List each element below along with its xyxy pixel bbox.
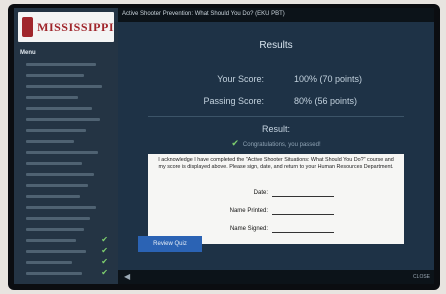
sidebar-item[interactable]: ✔ [20,235,114,245]
review-quiz-button[interactable]: Review Quiz [138,236,202,252]
name-printed-line [272,214,334,215]
result-message: ✔ Congratulations, you passed! [118,138,434,149]
completed-check-icon: ✔ [101,268,108,277]
sidebar-item-label [26,184,88,187]
sidebar-item[interactable] [20,93,114,102]
course-title: Active Shooter Prevention: What Should Y… [122,11,285,17]
completed-check-icon: ✔ [101,257,108,266]
sidebar-item-label [26,96,78,99]
name-printed-label: Name Printed: [229,208,268,214]
acknowledgement-text: I acknowledge I have completed the "Acti… [158,157,394,170]
menu-label: Menu [20,50,36,56]
sidebar-item[interactable] [20,82,114,91]
sidebar-item-label [26,129,86,132]
close-button[interactable]: CLOSE [413,274,430,280]
result-title: Result: [261,124,290,134]
sidebar-item[interactable] [20,115,114,124]
title-bar: Active Shooter Prevention: What Should Y… [118,8,434,22]
sidebar-item-label [26,206,96,209]
sidebar-item[interactable] [20,137,114,146]
sidebar-item-label [26,151,98,154]
screen: MISSISSIPPI Menu ✔ ✔ ✔ ✔ Active Shooter Pre… [14,8,434,284]
date-label: Date: [253,190,268,196]
sidebar-item-label [26,85,102,88]
sidebar-item-label [26,173,94,176]
sidebar-item[interactable] [20,181,114,190]
sidebar-item-label [26,63,96,66]
result-text: Congratulations, you passed! [242,142,321,148]
sidebar-item-label [26,239,76,242]
sidebar: MISSISSIPPI Menu ✔ ✔ ✔ ✔ [14,8,118,284]
sidebar-item[interactable] [20,126,114,135]
sidebar-item[interactable] [20,148,114,157]
sidebar-item[interactable] [20,71,114,80]
sidebar-item-label [26,162,82,165]
logo-text: MISSISSIPPI [37,19,114,34]
your-score-value: 100% (70 points) [294,74,363,84]
sidebar-item-label [26,74,84,77]
sidebar-item-label [26,118,100,121]
sidebar-item-label [26,250,86,253]
sidebar-item-label [26,272,82,275]
completed-check-icon: ✔ [101,235,108,244]
player-controls: ◀ CLOSE [118,270,434,284]
passing-score-label: Passing Score: [203,96,264,106]
sidebar-item-label [26,195,80,198]
passing-score-value: 80% (56 points) [294,96,358,106]
seal-icon [22,17,34,37]
sidebar-item-label [26,107,92,110]
volume-icon[interactable]: ◀ [124,272,130,281]
your-score-label: Your Score: [217,74,264,84]
name-signed-line [272,232,334,233]
sidebar-item[interactable]: ✔ [20,246,114,256]
sidebar-item[interactable] [20,203,114,212]
results-panel: Results Your Score: 100% (70 points) Pas… [118,22,434,270]
date-line [272,196,334,197]
sidebar-item[interactable]: ✔ [20,257,114,267]
sidebar-item[interactable] [20,159,114,168]
sidebar-item[interactable] [20,192,114,201]
sidebar-item[interactable] [20,104,114,113]
sidebar-item-label [26,261,72,264]
sidebar-item[interactable] [20,214,114,223]
logo: MISSISSIPPI [18,12,114,42]
divider [148,116,404,117]
menu-list: ✔ ✔ ✔ ✔ [20,60,114,280]
results-title: Results [259,40,293,51]
sidebar-item[interactable] [20,170,114,179]
check-icon: ✔ [231,138,239,148]
sidebar-item[interactable]: ✔ [20,268,114,278]
sidebar-item-label [26,217,90,220]
sidebar-item-label [26,140,74,143]
sidebar-item[interactable] [20,225,114,234]
acknowledgement-form: I acknowledge I have completed the "Acti… [148,154,404,244]
name-signed-label: Name Signed: [229,226,268,232]
sidebar-item-label [26,228,84,231]
sidebar-item[interactable] [20,60,114,69]
completed-check-icon: ✔ [101,246,108,255]
